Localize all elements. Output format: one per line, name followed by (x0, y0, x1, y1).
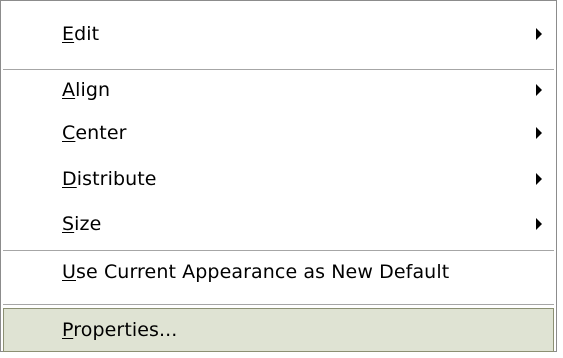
menu-item-size[interactable]: Size (3, 202, 554, 246)
menu-item-label: Edit (62, 23, 100, 45)
submenu-arrow-icon (536, 28, 542, 40)
menu-item-label: Center (62, 122, 127, 144)
menu-item-distribute[interactable]: Distribute (3, 157, 554, 201)
context-menu: Edit Align Center Distribute Size Use Cu… (0, 0, 557, 352)
submenu-arrow-icon (536, 173, 542, 185)
menu-item-align[interactable]: Align (3, 68, 554, 112)
menu-item-label: Size (62, 213, 102, 235)
menu-item-label: Align (62, 79, 111, 101)
menu-item-edit[interactable]: Edit (3, 12, 554, 56)
menu-item-label: Use Current Appearance as New Default (62, 261, 450, 283)
menu-item-center[interactable]: Center (3, 111, 554, 155)
menu-item-label: Properties... (62, 319, 178, 341)
menu-item-properties[interactable]: Properties... (3, 308, 554, 352)
menu-separator (3, 304, 554, 305)
submenu-arrow-icon (536, 84, 542, 96)
submenu-arrow-icon (536, 127, 542, 139)
menu-item-use-current-appearance[interactable]: Use Current Appearance as New Default (3, 250, 554, 294)
menu-item-label: Distribute (62, 168, 157, 190)
submenu-arrow-icon (536, 218, 542, 230)
